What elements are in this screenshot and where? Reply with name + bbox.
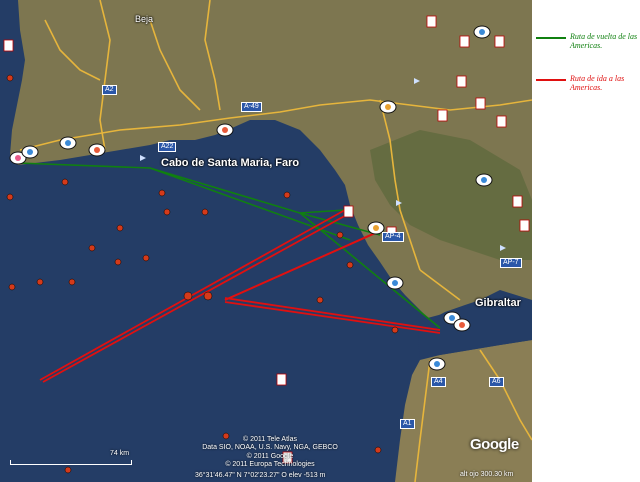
photo-marker-icon	[59, 136, 77, 150]
scale-ruler	[10, 460, 132, 465]
road-shield-a2: A2	[102, 85, 117, 95]
youtube-icon	[494, 35, 505, 48]
youtube-icon	[512, 195, 523, 208]
shipwreck-marker-icon	[68, 278, 76, 286]
shipwreck-marker-icon	[203, 291, 213, 301]
youtube-icon	[276, 373, 287, 386]
return-route-label: Ruta de vuelta de las Americas.	[570, 32, 638, 50]
scale-label: 74 km	[110, 450, 130, 457]
youtube-icon	[459, 35, 470, 48]
map-graphics	[0, 0, 532, 482]
shipwreck-marker-icon	[64, 466, 72, 474]
road-shield-ap4: AP-4	[382, 232, 404, 242]
shipwreck-marker-icon	[6, 193, 14, 201]
shipwreck-marker-icon	[346, 261, 354, 269]
photo-marker-icon	[386, 276, 404, 290]
place-label-beja: Beja	[135, 14, 154, 24]
photo-marker-icon	[475, 173, 493, 187]
road-shield-a1: A1	[400, 419, 415, 429]
photo-marker-icon	[428, 357, 446, 371]
road-shield-a6: A6	[489, 377, 504, 387]
shipwreck-marker-icon	[201, 208, 209, 216]
map-view[interactable]: Beja Cabo de Santa Maria, Faro Gibraltar…	[0, 0, 532, 482]
place-label-gibraltar: Gibraltar	[475, 297, 521, 309]
road-shield-ap7: AP-7	[500, 258, 522, 268]
coordinates-readout: 36°31'46.47" N 7°02'23.27" O elev -513 m	[195, 472, 326, 479]
credit-line: © 2011 Google	[246, 452, 294, 460]
shipwreck-marker-icon	[283, 191, 291, 199]
route-legend: Ruta de vuelta de las Americas. Ruta de …	[532, 0, 640, 482]
shipwreck-marker-icon	[336, 231, 344, 239]
road-shield-a22: A22	[158, 142, 177, 152]
scale-bar: 74 km	[10, 450, 132, 466]
photo-marker-icon	[453, 318, 471, 332]
youtube-icon	[3, 39, 14, 52]
map-credits: © 2011 Tele Atlas Data SIO, NOAA, U.S. N…	[160, 436, 380, 470]
photo-marker-icon	[21, 145, 39, 159]
shipwreck-marker-icon	[142, 254, 150, 262]
youtube-icon	[456, 75, 467, 88]
shipwreck-marker-icon	[114, 258, 122, 266]
road-shield-a49: A-49	[241, 102, 262, 112]
youtube-icon	[475, 97, 486, 110]
youtube-icon	[343, 205, 354, 218]
shipwreck-marker-icon	[36, 278, 44, 286]
shipwreck-marker-icon	[88, 244, 96, 252]
shipwreck-marker-icon	[163, 208, 171, 216]
google-logo: Google	[470, 436, 519, 453]
credit-line: © 2011 Europa Technologies	[225, 461, 315, 469]
shipwreck-marker-icon	[158, 189, 166, 197]
outbound-route-swatch	[536, 79, 566, 81]
shipwreck-marker-icon	[6, 74, 14, 82]
photo-marker-icon	[379, 100, 397, 114]
credit-line: Data SIO, NOAA, U.S. Navy, NGA, GEBCO	[202, 444, 338, 452]
youtube-icon	[519, 219, 530, 232]
youtube-icon	[426, 15, 437, 28]
shipwreck-marker-icon	[391, 326, 399, 334]
youtube-icon	[496, 115, 507, 128]
photo-marker-icon	[473, 25, 491, 39]
outbound-route-label: Ruta de ida a las Americas.	[570, 74, 625, 92]
youtube-icon	[437, 109, 448, 122]
shipwreck-marker-icon	[8, 283, 16, 291]
shipwreck-marker-icon	[116, 224, 124, 232]
eye-altitude-readout: alt ojo 300.30 km	[460, 471, 514, 478]
return-route-swatch	[536, 37, 566, 39]
shipwreck-marker-icon	[61, 178, 69, 186]
shipwreck-marker-icon	[316, 296, 324, 304]
photo-marker-icon	[88, 143, 106, 157]
place-label-cabo: Cabo de Santa Maria, Faro	[161, 157, 300, 169]
shipwreck-marker-icon	[183, 291, 193, 301]
road-shield-a4: A4	[431, 377, 446, 387]
photo-marker-icon	[216, 123, 234, 137]
